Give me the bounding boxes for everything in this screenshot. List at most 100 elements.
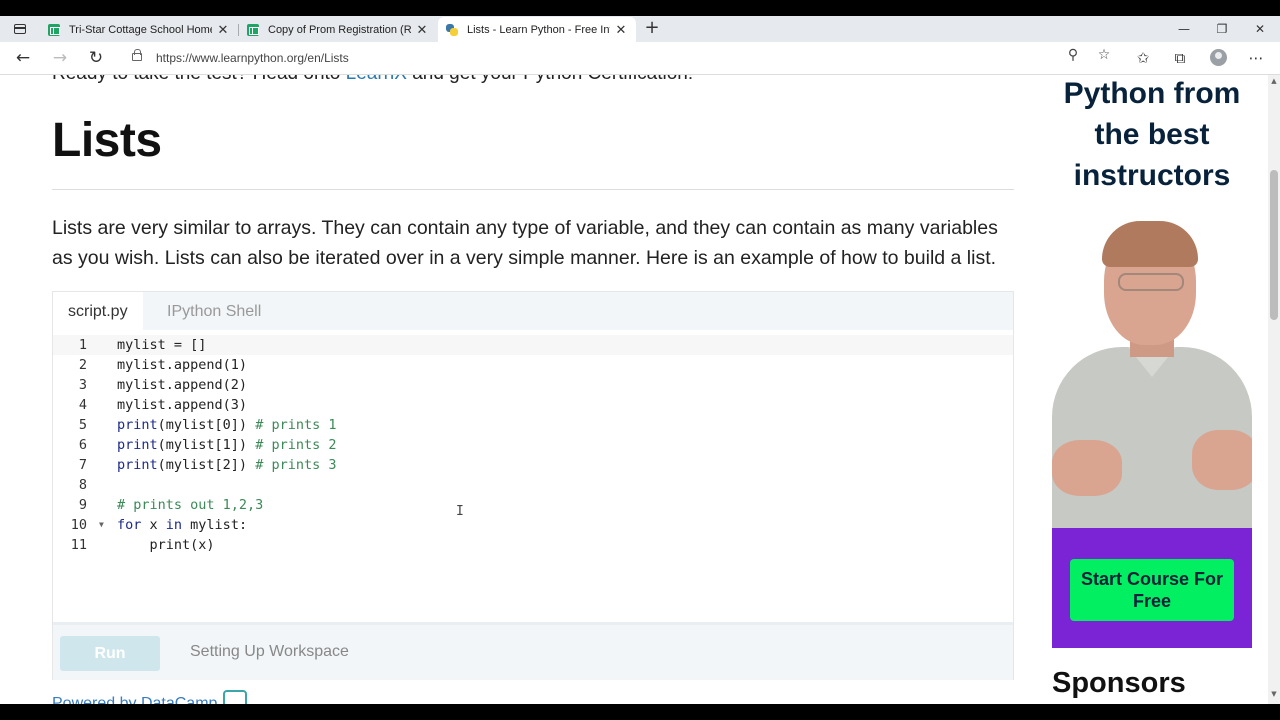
add-favorite-icon[interactable]: ☆	[1094, 46, 1114, 64]
code-fragment: (mylist[2])	[157, 457, 256, 473]
run-button[interactable]: Run	[60, 636, 160, 671]
close-tab-icon[interactable]: ✕	[415, 22, 429, 38]
ad-cta-panel: Start Course For Free	[1052, 528, 1252, 648]
line-number: 5	[78, 417, 87, 433]
tab-title: Tri-Star Cottage School Homesch	[69, 23, 212, 36]
keyword: print	[117, 457, 158, 473]
start-course-button[interactable]: Start Course For Free	[1070, 559, 1234, 621]
code-comment: # prints 3	[255, 457, 337, 473]
keyword: print	[117, 437, 158, 453]
forward-arrow-icon[interactable]: →	[48, 48, 72, 68]
close-tab-icon[interactable]: ✕	[216, 22, 230, 38]
scroll-down-icon[interactable]: ▼	[1270, 690, 1278, 698]
url-text: https://www.learnpython.org/en/Lists	[156, 51, 349, 65]
python-icon	[446, 23, 458, 36]
line-number: 2	[78, 357, 87, 373]
code-editor: script.py IPython Shell 1 mylist = [] 2 …	[52, 291, 1014, 680]
code-comment: # prints out 1,2,3	[117, 497, 264, 513]
page-scrollbar[interactable]: ▲ ▼	[1268, 75, 1280, 704]
line-number: 6	[78, 437, 87, 453]
browser-tab-3-active[interactable]: Lists - Learn Python - Free Intera ✕	[438, 17, 636, 42]
tab-script-py[interactable]: script.py	[53, 292, 143, 330]
intro-paragraph: Lists are very similar to arrays. They c…	[52, 217, 998, 269]
zoom-icon[interactable]: ⚲	[1063, 46, 1083, 64]
certification-promo: Ready to take the test? Head onto LearnX…	[52, 75, 693, 85]
more-menu-icon[interactable]: ⋯	[1245, 48, 1267, 68]
datacamp-logo-icon	[223, 690, 248, 704]
promo-prefix: Ready to take the test? Head onto	[52, 75, 346, 84]
editor-controls: Run Setting Up Workspace	[53, 622, 1013, 680]
web-page: Ready to take the test? Head onto LearnX…	[0, 75, 1268, 704]
sponsors-heading: Sponsors	[1052, 667, 1186, 699]
code-fragment: x	[141, 517, 166, 533]
code-comment: # prints 2	[255, 437, 337, 453]
scroll-up-icon[interactable]: ▲	[1270, 77, 1278, 85]
code-text: print(x)	[117, 537, 215, 553]
instructor-glasses	[1118, 273, 1184, 291]
instructor-hair	[1102, 221, 1198, 267]
learnx-link[interactable]: LearnX	[346, 75, 407, 84]
favorites-icon[interactable]: ✩	[1132, 48, 1154, 68]
code-line: 2 mylist.append(1)	[53, 355, 1013, 375]
address-toolbar: ← → ↻ https://www.learnpython.org/en/Lis…	[0, 42, 1280, 75]
close-window-icon[interactable]: ✕	[1242, 18, 1278, 40]
scrollbar-thumb[interactable]	[1270, 170, 1278, 320]
line-number: 8	[78, 477, 87, 493]
profile-avatar-icon[interactable]	[1210, 49, 1227, 66]
code-line: 4 mylist.append(3)	[53, 395, 1013, 415]
keyword: for	[117, 517, 142, 533]
sheets-icon	[48, 23, 60, 36]
code-line: 9 # prints out 1,2,3	[53, 495, 1013, 515]
keyword: print	[117, 417, 158, 433]
code-fragment: mylist:	[182, 517, 248, 533]
code-text: print(mylist[1]) # prints 2	[117, 435, 336, 455]
powered-by-link[interactable]: Powered by DataCamp	[52, 690, 248, 704]
code-line: 3 mylist.append(2)	[53, 375, 1013, 395]
browser-tab-strip: Tri-Star Cottage School Homesch ✕ Copy o…	[0, 16, 1280, 42]
code-text: print(mylist[2]) # prints 3	[117, 455, 336, 475]
editor-tabs: script.py IPython Shell	[53, 292, 1013, 330]
page-title: Lists	[52, 114, 162, 167]
code-text: print(mylist[0]) # prints 1	[117, 415, 336, 435]
minimize-icon[interactable]: —	[1166, 18, 1202, 40]
refresh-icon[interactable]: ↻	[84, 48, 108, 68]
url-field[interactable]: https://www.learnpython.org/en/Lists	[122, 46, 1092, 71]
code-line: 1 mylist = []	[53, 335, 1013, 355]
code-text: mylist.append(3)	[117, 397, 248, 413]
code-line: 7 print(mylist[2]) # prints 3	[53, 455, 1013, 475]
back-arrow-icon[interactable]: ←	[11, 48, 35, 68]
text-cursor-icon: I	[456, 504, 464, 519]
tab-title: Lists - Learn Python - Free Intera	[467, 23, 610, 36]
instructor-hand	[1192, 430, 1252, 490]
line-number: 1	[78, 337, 87, 353]
line-number: 9	[78, 497, 87, 513]
powered-by-text: Powered by DataCamp	[52, 695, 218, 704]
top-black-bar	[0, 0, 1280, 16]
new-tab-plus-icon[interactable]: +	[642, 19, 662, 39]
code-area[interactable]: 1 mylist = [] 2 mylist.append(1) 3 mylis…	[53, 330, 1013, 622]
code-comment: # prints 1	[255, 417, 337, 433]
tab-title: Copy of Prom Registration (Resp	[268, 23, 411, 36]
fold-arrow-icon[interactable]: ▼	[99, 515, 104, 535]
line-number: 7	[78, 457, 87, 473]
code-text: mylist = []	[117, 337, 207, 353]
workspace-status: Setting Up Workspace	[190, 643, 349, 660]
code-fragment: (mylist[0])	[157, 417, 256, 433]
browser-tab-2[interactable]: Copy of Prom Registration (Resp ✕	[239, 17, 437, 42]
divider	[52, 189, 1014, 190]
collections-icon[interactable]: ⧉	[1169, 48, 1191, 68]
tab-actions-icon[interactable]	[10, 20, 30, 38]
browser-tab-1[interactable]: Tri-Star Cottage School Homesch ✕	[40, 17, 238, 42]
tab-ipython-shell[interactable]: IPython Shell	[152, 292, 276, 330]
code-text: for x in mylist:	[117, 515, 247, 535]
line-number: 4	[78, 397, 87, 413]
code-line: 6 print(mylist[1]) # prints 2	[53, 435, 1013, 455]
instructor-photo	[1052, 215, 1252, 528]
bottom-black-bar	[0, 704, 1280, 720]
code-text: mylist.append(1)	[117, 357, 248, 373]
code-line: 8	[53, 475, 1013, 495]
close-tab-icon[interactable]: ✕	[614, 22, 628, 38]
restore-icon[interactable]: ❐	[1204, 18, 1240, 40]
ad-title: Python from the best instructors	[1063, 77, 1241, 192]
promo-suffix: and get your Python Certification!	[407, 75, 693, 84]
